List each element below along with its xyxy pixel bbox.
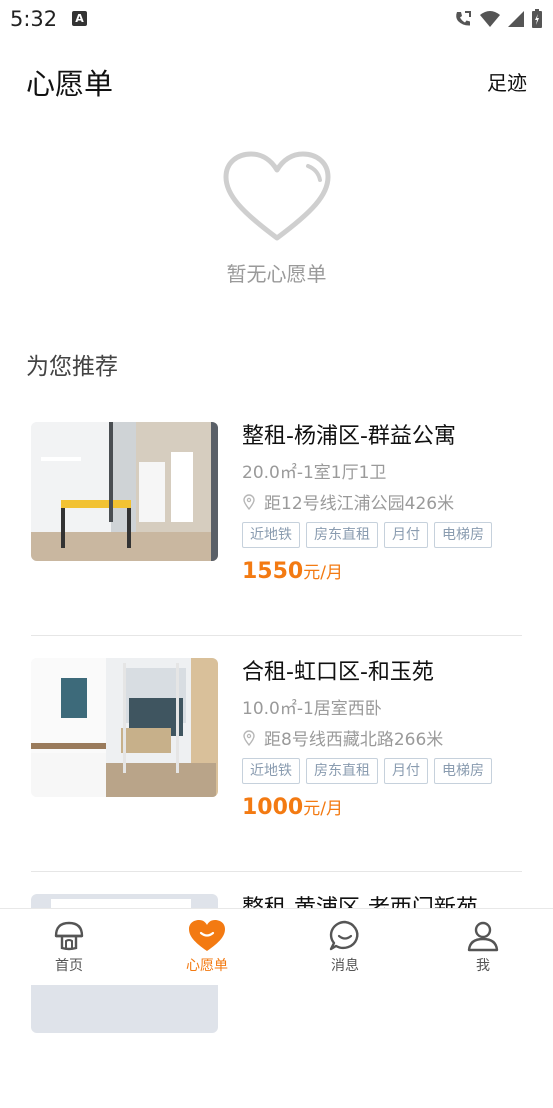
price-value: 1000: [242, 795, 304, 820]
listing-spec: 10.0㎡-1居室西卧: [242, 699, 382, 719]
tag: 月付: [384, 758, 428, 784]
status-icons: [453, 8, 543, 30]
tab-label: 首页: [55, 958, 83, 974]
tab-label: 消息: [331, 958, 359, 974]
tab-wishlist[interactable]: 心愿单: [157, 909, 257, 985]
listing-distance: 距8号线西藏北路266米: [242, 725, 532, 750]
listing-info: 整租-杨浦区-群益公寓 20.0㎡-1室1厅1卫 距12号线江浦公园426米 近…: [242, 422, 532, 584]
listing-price: 1550元/月: [242, 558, 532, 584]
call-forward-icon: [456, 11, 471, 26]
notification-a-icon: A: [72, 11, 87, 26]
tag: 近地铁: [242, 522, 300, 548]
tab-messages[interactable]: 消息: [295, 909, 395, 985]
price-value: 1550: [242, 559, 304, 584]
listing-info: 合租-虹口区-和玉苑 10.0㎡-1居室西卧 距8号线西藏北路266米 近地铁 …: [242, 658, 532, 820]
location-pin-icon: [243, 493, 255, 510]
battery-icon: [532, 9, 542, 28]
listing-photo: [31, 658, 218, 797]
listing-tags: 近地铁 房东直租 月付 电梯房: [242, 522, 532, 548]
location-pin-icon: [243, 729, 255, 746]
listing-photo: [31, 422, 218, 561]
tab-label: 我: [476, 958, 490, 974]
tag: 房东直租: [306, 522, 378, 548]
bottom-tab-bar: 首页 心愿单 消息 我: [0, 908, 553, 985]
listing-distance-text: 距8号线西藏北路266米: [264, 730, 444, 750]
footprint-button[interactable]: 足迹: [487, 67, 527, 96]
listing-price: 1000元/月: [242, 794, 532, 820]
empty-state: 暂无心愿单: [0, 150, 553, 287]
recommend-title: 为您推荐: [26, 354, 118, 380]
listing-card[interactable]: 合租-虹口区-和玉苑 10.0㎡-1居室西卧 距8号线西藏北路266米 近地铁 …: [0, 636, 553, 872]
wifi-icon: [480, 11, 500, 27]
tag: 电梯房: [434, 758, 492, 784]
tab-me[interactable]: 我: [433, 909, 533, 985]
tab-label: 心愿单: [186, 958, 228, 974]
listing-spec: 20.0㎡-1室1厅1卫: [242, 463, 387, 483]
heart-icon: [189, 920, 225, 951]
listing-card[interactable]: 整租-杨浦区-群益公寓 20.0㎡-1室1厅1卫 距12号线江浦公园426米 近…: [0, 400, 553, 636]
signal-icon: [508, 11, 524, 27]
page-title: 心愿单: [26, 67, 114, 101]
status-bar: 5:32 A: [0, 0, 553, 38]
tab-home[interactable]: 首页: [19, 909, 119, 985]
listing-distance: 距12号线江浦公园426米: [242, 489, 532, 514]
status-time: 5:32: [10, 7, 58, 31]
listing-title: 整租-杨浦区-群益公寓: [242, 424, 456, 449]
tag: 电梯房: [434, 522, 492, 548]
empty-heart-icon: [223, 151, 330, 241]
tag: 月付: [384, 522, 428, 548]
listing-title: 合租-虹口区-和玉苑: [242, 660, 434, 685]
header: 心愿单 足迹: [0, 55, 553, 105]
message-icon: [329, 920, 359, 951]
price-unit: 元/月: [303, 799, 343, 819]
profile-icon: [467, 921, 499, 952]
tag: 近地铁: [242, 758, 300, 784]
empty-text: 暂无心愿单: [226, 262, 327, 286]
listing-tags: 近地铁 房东直租 月付 电梯房: [242, 758, 532, 784]
tag: 房东直租: [306, 758, 378, 784]
home-mushroom-icon: [54, 921, 84, 951]
price-unit: 元/月: [303, 563, 343, 583]
listing-distance-text: 距12号线江浦公园426米: [264, 494, 455, 514]
